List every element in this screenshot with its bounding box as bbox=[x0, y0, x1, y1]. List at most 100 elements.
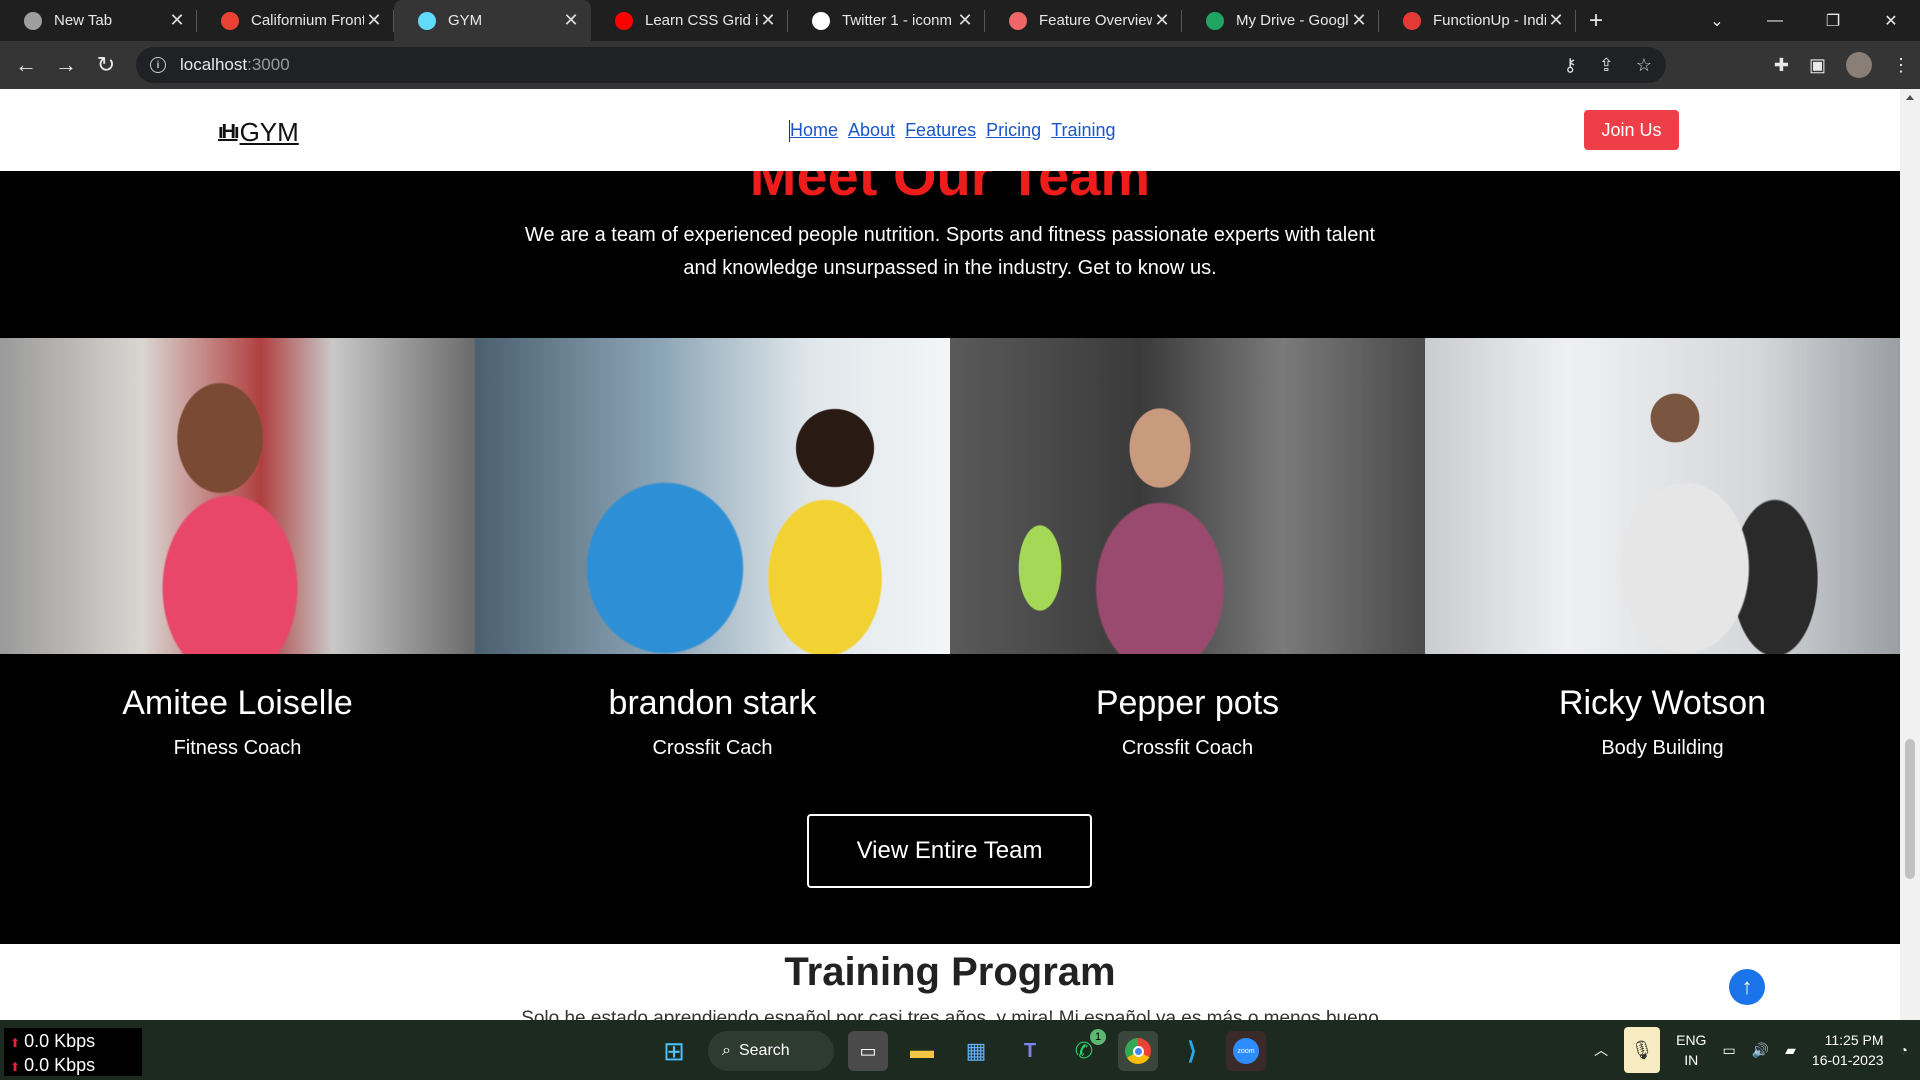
search-icon: ⌕ bbox=[722, 1042, 731, 1059]
windows-taskbar: ⬆ 0.0 Kbps ⬆ 0.0 Kbps ⊞ ⌕ Search ▭ ▬ ▦ T ✆… bbox=[0, 1020, 1920, 1080]
clock[interactable]: 11:25 PM 16-01-2023 bbox=[1812, 1030, 1884, 1070]
scroll-to-top-button[interactable]: ↑ bbox=[1729, 969, 1765, 1005]
tab-title: Learn CSS Grid in bbox=[645, 12, 758, 29]
file-explorer-icon[interactable]: ▬ bbox=[902, 1031, 942, 1071]
browser-toolbar: ← → ↻ i localhost:3000 ⚷ ⇪ ☆ bbox=[0, 41, 1920, 89]
windows-start-icon[interactable]: ⊞ bbox=[654, 1031, 694, 1071]
close-tab-icon[interactable]: ✕ bbox=[1546, 10, 1566, 31]
url-text[interactable]: localhost:3000 bbox=[180, 55, 290, 75]
nav-link-pricing[interactable]: Pricing bbox=[986, 120, 1041, 141]
functionup-icon bbox=[1403, 11, 1421, 30]
microphone-icon[interactable]: 🎙 bbox=[1624, 1027, 1661, 1073]
forward-button[interactable]: → bbox=[46, 45, 86, 85]
zoom-icon[interactable]: zoom bbox=[1226, 1031, 1266, 1071]
teams-icon[interactable]: T bbox=[1010, 1031, 1050, 1071]
tray-chevron-icon[interactable]: ︿ bbox=[1594, 1040, 1608, 1060]
volume-icon[interactable]: 🔊 bbox=[1752, 1042, 1769, 1059]
restore-button[interactable]: ❐ bbox=[1804, 0, 1862, 41]
address-bar[interactable]: i localhost:3000 ⚷ ⇪ ☆ bbox=[136, 47, 1666, 83]
close-tab-icon[interactable]: ✕ bbox=[955, 10, 975, 31]
task-view-icon[interactable]: ▭ bbox=[848, 1031, 888, 1071]
view-entire-team-button[interactable]: View Entire Team bbox=[807, 814, 1092, 888]
page-scrollbar[interactable] bbox=[1900, 89, 1920, 1020]
browser-tab[interactable]: Twitter 1 - iconm ✕ bbox=[788, 0, 985, 41]
team-member-name: brandon stark bbox=[608, 684, 817, 722]
browser-tab[interactable]: Californium Front ✕ bbox=[197, 0, 394, 41]
join-us-button[interactable]: Join Us bbox=[1584, 110, 1679, 150]
chrome-taskbar-icon[interactable] bbox=[1118, 1031, 1158, 1071]
tab-title: FunctionUp - Indi bbox=[1433, 12, 1546, 29]
browser-tab[interactable]: GYM ✕ bbox=[394, 0, 591, 41]
gmail-icon bbox=[221, 11, 239, 30]
store-icon[interactable]: ▦ bbox=[956, 1031, 996, 1071]
site-info-icon[interactable]: i bbox=[150, 57, 166, 73]
upload-speed: 0.0 Kbps bbox=[24, 1031, 96, 1051]
whatsapp-badge: 1 bbox=[1090, 1029, 1106, 1045]
tab-title: Twitter 1 - iconm bbox=[842, 12, 953, 29]
bookmark-star-icon[interactable]: ☆ bbox=[1636, 55, 1652, 76]
profile-avatar[interactable] bbox=[1846, 52, 1872, 78]
language-indicator[interactable]: ENG IN bbox=[1676, 1030, 1706, 1070]
team-member-card: Ricky Wotson Body Building bbox=[1425, 338, 1900, 760]
training-text: Solo he estado aprendiendo español por c… bbox=[521, 1008, 1379, 1020]
close-tab-icon[interactable]: ✕ bbox=[758, 10, 778, 31]
team-member-name: Pepper pots bbox=[1095, 684, 1280, 722]
whatsapp-icon[interactable]: ✆ 1 bbox=[1064, 1029, 1106, 1071]
team-member-role: Body Building bbox=[1601, 737, 1724, 759]
close-tab-icon[interactable]: ✕ bbox=[364, 10, 384, 31]
browser-tab[interactable]: FunctionUp - Indi ✕ bbox=[1379, 0, 1576, 41]
youtube-icon bbox=[615, 11, 633, 30]
text-cursor bbox=[789, 120, 790, 142]
close-tab-icon[interactable]: ✕ bbox=[1152, 10, 1172, 31]
menu-kebab-icon[interactable]: ⋮ bbox=[1892, 55, 1910, 76]
taskbar-search[interactable]: ⌕ Search bbox=[708, 1031, 834, 1071]
team-member-role: Crossfit Coach bbox=[1121, 737, 1254, 759]
react-icon bbox=[418, 11, 436, 30]
team-member-photo bbox=[0, 338, 475, 654]
team-member-card: Pepper pots Crossfit Coach bbox=[950, 338, 1425, 760]
battery-icon[interactable]: ▰ bbox=[1785, 1042, 1796, 1059]
reload-button[interactable]: ↻ bbox=[86, 45, 126, 85]
team-member-photo bbox=[475, 338, 950, 654]
training-title: Training Program bbox=[784, 950, 1116, 994]
tab-title: GYM bbox=[448, 12, 483, 29]
team-member-role: Fitness Coach bbox=[173, 737, 302, 759]
window-controls: ⌄ — ❐ ✕ bbox=[1688, 0, 1920, 41]
logo-text: GYM bbox=[239, 117, 299, 147]
toolbar-right: ✚ ▣ ⋮ bbox=[1774, 41, 1910, 89]
vscode-icon[interactable]: ⟩ bbox=[1172, 1031, 1212, 1071]
nav-link-features[interactable]: Features bbox=[905, 120, 976, 141]
browser-tab[interactable]: New Tab ✕ bbox=[0, 0, 197, 41]
close-tab-icon[interactable]: ✕ bbox=[561, 10, 581, 31]
close-window-button[interactable]: ✕ bbox=[1862, 0, 1920, 41]
back-button[interactable]: ← bbox=[6, 45, 46, 85]
team-member-name: Ricky Wotson bbox=[1558, 684, 1767, 722]
notification-icon[interactable]: ◔ bbox=[1900, 1042, 1908, 1058]
close-tab-icon[interactable]: ✕ bbox=[1349, 10, 1369, 31]
scrollbar-thumb[interactable] bbox=[1905, 739, 1915, 879]
new-tab-button[interactable]: + bbox=[1576, 0, 1616, 41]
tab-search-icon[interactable]: ⌄ bbox=[1688, 0, 1746, 41]
nav-link-home[interactable]: Home bbox=[790, 120, 838, 141]
share-icon[interactable]: ⇪ bbox=[1599, 55, 1614, 76]
tab-separator bbox=[1575, 10, 1576, 32]
tab-strip: New Tab ✕ Californium Front ✕ GYM ✕ Learn CSS … bbox=[0, 0, 1576, 41]
browser-tab[interactable]: Learn CSS Grid in ✕ bbox=[591, 0, 788, 41]
nav-link-about[interactable]: About bbox=[848, 120, 895, 141]
extensions-icon[interactable]: ✚ bbox=[1774, 55, 1789, 76]
browser-tab[interactable]: Feature Overview ✕ bbox=[985, 0, 1182, 41]
minimize-button[interactable]: — bbox=[1746, 0, 1804, 41]
close-tab-icon[interactable]: ✕ bbox=[167, 10, 187, 31]
browser-tab[interactable]: My Drive - Googl ✕ bbox=[1182, 0, 1379, 41]
side-panel-icon[interactable]: ▣ bbox=[1809, 55, 1826, 76]
team-member-name: Amitee Loiselle bbox=[122, 684, 353, 722]
network-icon[interactable]: ▭ bbox=[1722, 1042, 1735, 1059]
chrome-icon bbox=[24, 11, 42, 30]
training-section: Training Program Solo he estado aprendie… bbox=[0, 944, 1900, 1020]
nav-link-training[interactable]: Training bbox=[1051, 120, 1115, 141]
scroll-up-arrow[interactable] bbox=[1906, 95, 1914, 100]
key-icon[interactable]: ⚷ bbox=[1564, 55, 1577, 76]
feature-icon bbox=[1009, 11, 1027, 30]
site-logo[interactable]: ıHı GYM bbox=[218, 117, 299, 148]
drive-icon bbox=[1206, 11, 1224, 30]
